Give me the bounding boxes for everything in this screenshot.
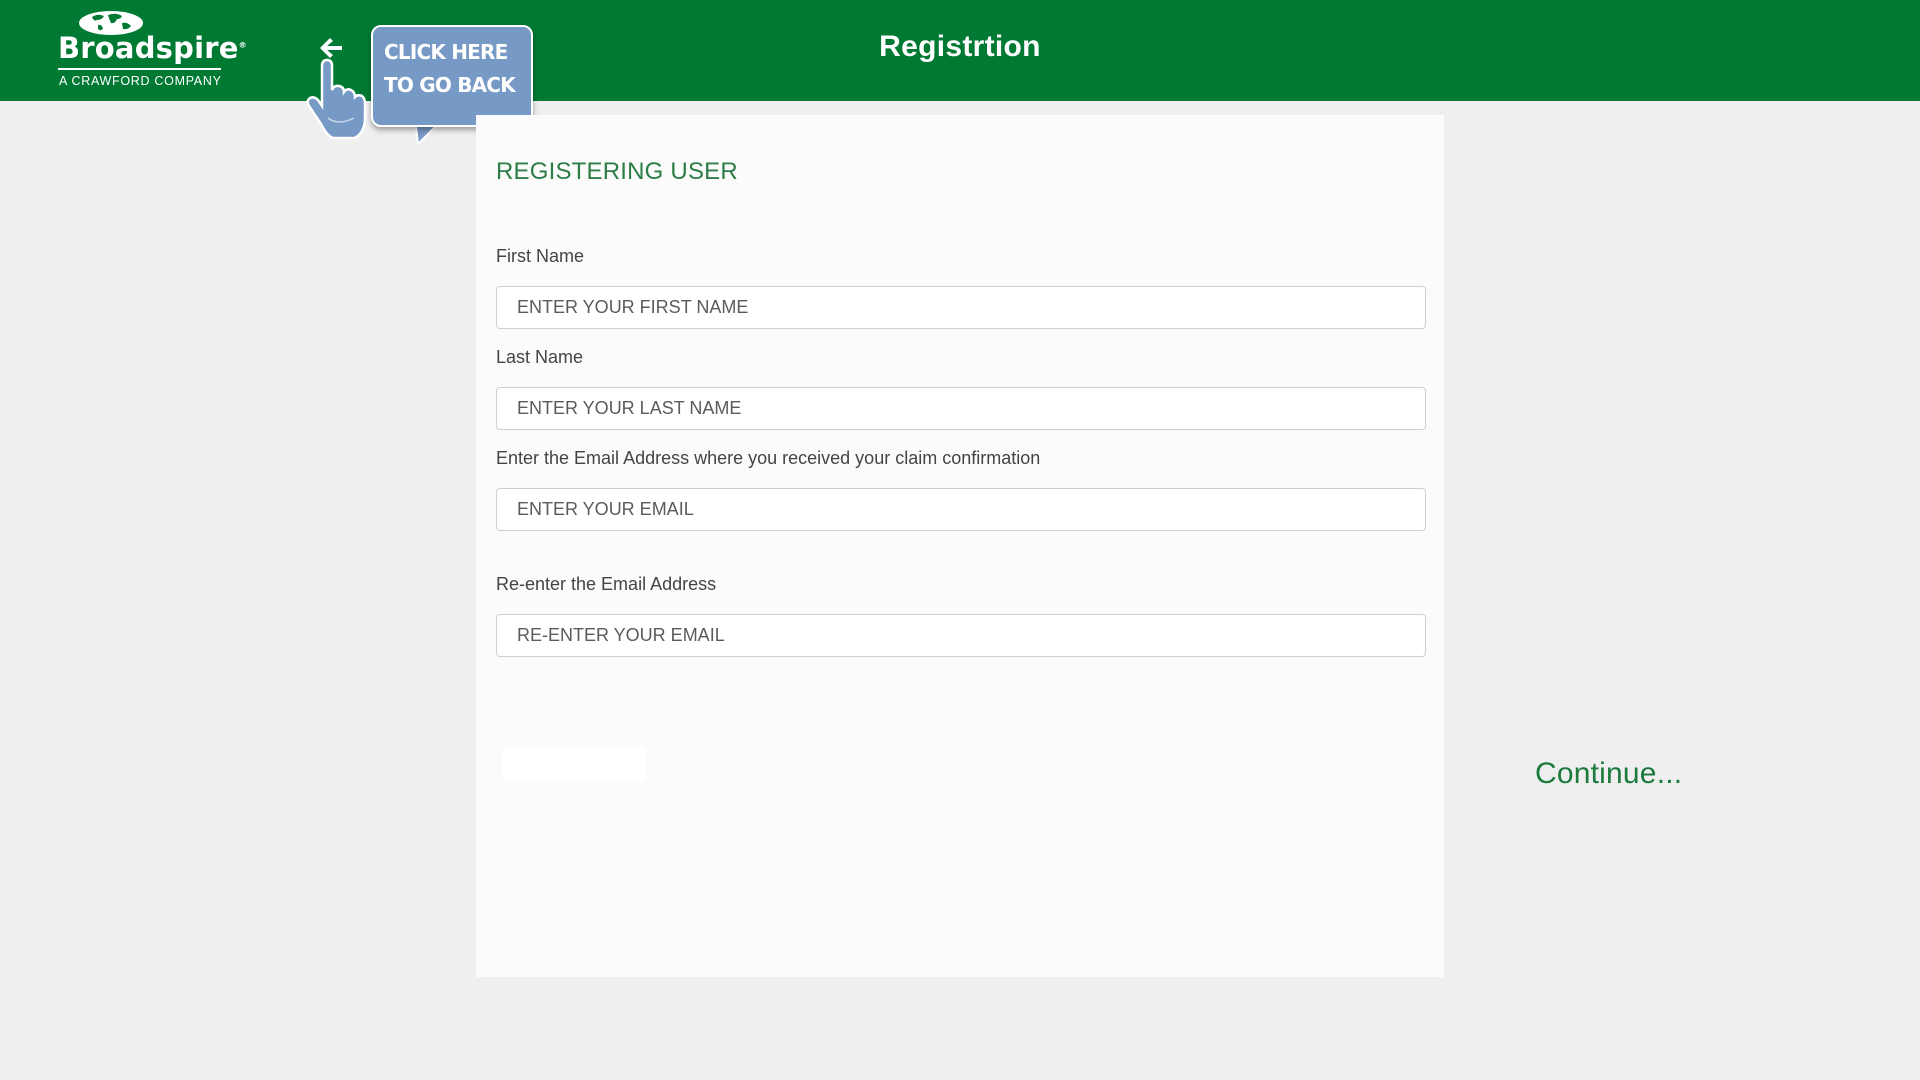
last-name-label: Last Name [496,347,584,367]
last-name-input[interactable] [496,387,1426,430]
confirm-email-label: Re-enter the Email Address [496,574,717,594]
section-heading: REGISTERING USER [496,158,738,185]
confirm-email-input[interactable] [496,614,1426,657]
continue-link[interactable]: Continue... [1535,757,1682,791]
email-label: Enter the Email Address where you receiv… [496,448,1041,468]
back-arrow-icon[interactable] [318,36,344,60]
app-header: Broadspire® A CRAWFORD COMPANY Registrti… [0,0,1920,101]
logo-wordmark: Broadspire® [58,31,247,65]
page-title: Registrtion [879,30,1041,63]
broadspire-logo: Broadspire® A CRAWFORD COMPANY [58,10,247,90]
logo-divider [58,68,221,70]
logo-tagline: A CRAWFORD COMPANY [59,74,222,88]
registration-panel: REGISTERING USER First Name Last Name En… [476,115,1444,977]
first-name-label: First Name [496,246,585,266]
go-back-callout[interactable]: CLICK HERE TO GO BACK [371,25,533,127]
callout-text: CLICK HERE TO GO BACK [384,40,516,97]
hidden-submit-button[interactable] [502,747,646,781]
pointing-hand-icon [306,58,367,140]
email-input[interactable] [496,488,1426,531]
first-name-input[interactable] [496,286,1426,329]
